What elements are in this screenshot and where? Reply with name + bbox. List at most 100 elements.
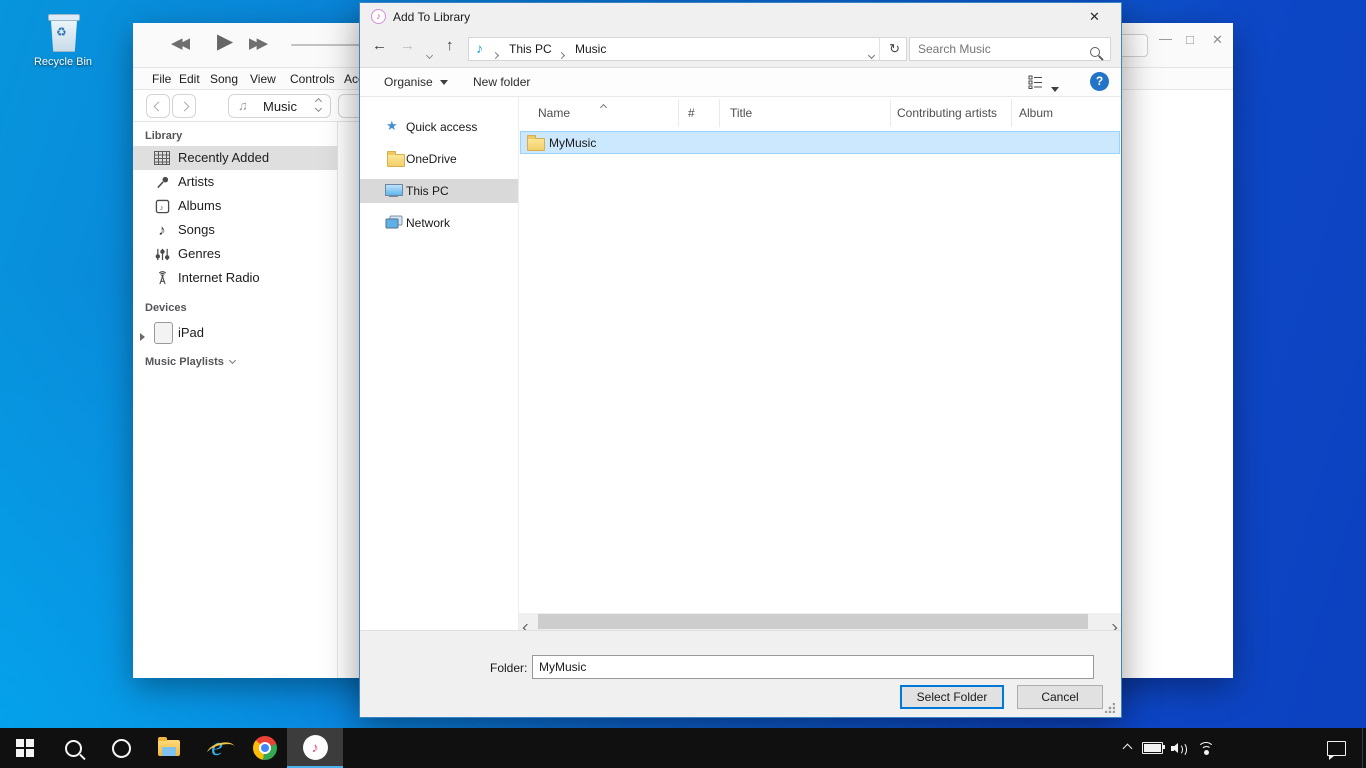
itunes-sidebar: Library Recently Added Artists ♪ Albums	[133, 122, 338, 678]
sort-ascending-icon	[601, 97, 606, 115]
media-picker-dropdown[interactable]: ♫ Music	[228, 94, 331, 118]
file-explorer-button[interactable]	[146, 728, 192, 768]
recycle-bin-shortcut[interactable]: ♻ Recycle Bin	[28, 8, 98, 80]
action-center-icon[interactable]	[1318, 728, 1354, 768]
breadcrumb-chevron-icon[interactable]	[559, 45, 564, 63]
star-icon: ★	[386, 118, 398, 134]
view-options-icon[interactable]	[1028, 75, 1043, 89]
music-note-icon: ♫	[238, 98, 248, 113]
menu-file[interactable]: File	[152, 72, 171, 86]
dialog-title-bar[interactable]: ♪ Add To Library ✕	[360, 3, 1121, 31]
tray-expand-button[interactable]	[1116, 728, 1138, 768]
resize-grip[interactable]	[1105, 703, 1115, 713]
breadcrumb-music[interactable]: Music	[575, 42, 606, 56]
sidebar-item-genres[interactable]: Genres	[133, 242, 337, 266]
microphone-icon	[153, 173, 171, 191]
volume-icon[interactable]	[1166, 728, 1192, 768]
sidebar-item-recently-added[interactable]: Recently Added	[133, 146, 337, 170]
cortana-button[interactable]	[98, 728, 144, 768]
close-icon[interactable]: ✕	[1089, 9, 1100, 25]
view-dropdown-arrow-icon[interactable]	[1051, 79, 1059, 97]
menu-edit[interactable]: Edit	[179, 72, 200, 86]
nav-item-onedrive[interactable]: OneDrive	[360, 147, 518, 171]
radio-tower-icon	[153, 269, 171, 287]
chrome-icon	[253, 736, 277, 760]
itunes-taskbar-button[interactable]: ♪	[287, 728, 343, 768]
play-icon[interactable]: ▶	[217, 29, 233, 54]
desktop: ♻ Recycle Bin ◀◀ ▶ ◀◀ — □ ✕ File Edit So…	[0, 0, 1366, 768]
show-desktop-button[interactable]	[1362, 728, 1366, 768]
column-header-number[interactable]: #	[679, 99, 720, 127]
chrome-button[interactable]	[242, 728, 288, 768]
nav-item-this-pc[interactable]: This PC	[360, 179, 518, 203]
folder-name-input[interactable]	[532, 655, 1094, 679]
address-dropdown-icon[interactable]	[869, 45, 874, 63]
file-name: MyMusic	[549, 136, 596, 150]
search-input[interactable]	[916, 41, 1080, 57]
address-bar[interactable]: ♪ This PC Music ↻	[468, 37, 907, 61]
search-box[interactable]	[909, 37, 1111, 61]
internet-explorer-button[interactable]: e	[194, 728, 240, 768]
column-header-artists[interactable]: Contributing artists	[891, 99, 1012, 127]
back-button[interactable]	[146, 94, 170, 118]
rewind-icon[interactable]: ◀◀	[171, 34, 186, 52]
sidebar-item-artists[interactable]: Artists	[133, 170, 337, 194]
forward-button[interactable]	[172, 94, 196, 118]
itunes-app-icon: ♪	[371, 9, 386, 24]
taskbar-search-button[interactable]	[50, 728, 96, 768]
album-icon: ♪	[153, 197, 171, 215]
select-folder-button[interactable]: Select Folder	[900, 685, 1004, 709]
cortana-icon	[112, 739, 131, 758]
column-header-album[interactable]: Album	[1012, 99, 1120, 127]
music-note-icon: ♪	[153, 221, 171, 239]
menu-song[interactable]: Song	[210, 72, 238, 86]
up-icon[interactable]: ↑	[446, 37, 454, 54]
sidebar-item-songs[interactable]: ♪ Songs	[133, 218, 337, 242]
cancel-button[interactable]: Cancel	[1017, 685, 1103, 709]
fast-forward-icon[interactable]: ◀◀	[253, 34, 268, 52]
close-icon[interactable]: ✕	[1212, 32, 1223, 48]
itunes-icon: ♪	[303, 735, 328, 760]
column-header-title[interactable]: Title	[720, 99, 891, 127]
nav-item-network[interactable]: Network	[360, 211, 518, 235]
horizontal-scrollbar[interactable]	[519, 613, 1121, 630]
new-folder-button[interactable]: New folder	[473, 75, 530, 89]
help-icon[interactable]: ?	[1090, 72, 1109, 91]
folder-icon	[387, 154, 405, 167]
breadcrumb-this-pc[interactable]: This PC	[509, 42, 552, 56]
sidebar-item-ipad[interactable]: iPad	[133, 319, 337, 345]
refresh-icon[interactable]: ↻	[889, 41, 900, 57]
devices-header: Devices	[145, 302, 187, 314]
start-button[interactable]	[2, 728, 48, 768]
expand-caret-icon[interactable]	[140, 328, 145, 346]
svg-text:♪: ♪	[159, 202, 163, 211]
battery-icon[interactable]	[1138, 728, 1166, 768]
wifi-icon[interactable]	[1193, 728, 1219, 768]
taskbar: e ♪	[0, 728, 1366, 768]
nav-item-quick-access[interactable]: ★ Quick access	[360, 115, 518, 139]
organise-button[interactable]: Organise	[384, 75, 448, 89]
chevron-down-icon	[229, 357, 236, 364]
music-playlists-header[interactable]: Music Playlists	[145, 356, 235, 368]
recycle-arrows-glyph: ♻	[56, 25, 67, 39]
scrollbar-thumb[interactable]	[538, 614, 1088, 629]
search-icon[interactable]	[1090, 44, 1100, 62]
file-row-mymusic[interactable]: MyMusic	[520, 131, 1120, 154]
breadcrumb-chevron-icon[interactable]	[493, 45, 498, 63]
column-header-row: Name # Title Contributing artists Album	[519, 99, 1122, 127]
column-header-name[interactable]: Name	[519, 99, 679, 127]
sidebar-item-albums[interactable]: ♪ Albums	[133, 194, 337, 218]
folder-icon	[527, 138, 545, 151]
network-icon	[385, 215, 403, 235]
internet-explorer-icon: e	[211, 736, 223, 760]
sidebar-item-internet-radio[interactable]: Internet Radio	[133, 266, 337, 290]
menu-controls[interactable]: Controls	[290, 72, 335, 86]
maximize-icon[interactable]: □	[1186, 32, 1194, 47]
search-icon	[65, 740, 82, 757]
sliders-icon	[153, 245, 171, 263]
history-chevron-icon[interactable]	[427, 45, 432, 63]
minimize-icon[interactable]: —	[1159, 31, 1172, 46]
menu-view[interactable]: View	[250, 72, 276, 86]
back-icon[interactable]: ←	[372, 37, 387, 54]
add-to-library-dialog: ♪ Add To Library ✕ ← → ↑ ♪ This PC Music…	[359, 2, 1122, 718]
